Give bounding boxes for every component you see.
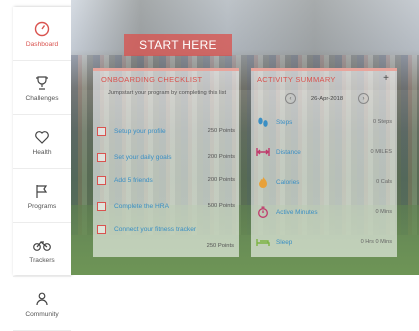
metric-calories[interactable]: Calories 0 Cals <box>256 175 392 189</box>
flag-icon <box>34 182 50 200</box>
task-points: 200 Points <box>207 177 235 183</box>
task-label: Set your daily goals <box>114 153 172 161</box>
task-points-total: 250 Points <box>206 243 234 249</box>
sidebar-item-label: Health <box>32 148 52 156</box>
checkbox[interactable] <box>97 224 106 234</box>
task-points: 250 Points <box>207 128 235 134</box>
metric-steps[interactable]: Steps 0 Steps <box>256 115 392 129</box>
sidebar-nav: Dashboard Challenges Health Programs Tra… <box>13 7 71 331</box>
heart-icon <box>34 128 50 146</box>
distance-arrows-icon <box>256 147 270 157</box>
sidebar-item-label: Dashboard <box>25 40 59 48</box>
task-points: 200 Points <box>207 154 235 160</box>
metric-label: Sleep <box>276 238 293 246</box>
stopwatch-icon <box>256 206 270 218</box>
sidebar-item-label: Trackers <box>29 256 55 264</box>
checklist-item-setup-profile[interactable]: Setup your profile 250 Points <box>97 125 235 137</box>
checklist-item-complete-hra[interactable]: Complete the HRA 500 Points <box>97 200 235 212</box>
date-selector: ‹ 26-Apr-2018 › <box>285 93 369 104</box>
task-points: 500 Points <box>207 203 235 209</box>
sidebar-item-community[interactable]: Community <box>13 277 71 331</box>
checkbox[interactable] <box>97 152 106 162</box>
metric-label: Steps <box>276 118 293 126</box>
sidebar-item-label: Community <box>25 310 59 318</box>
task-label: Complete the HRA <box>114 202 169 210</box>
sidebar-item-trackers[interactable]: Trackers <box>13 223 71 277</box>
task-label: Setup your profile <box>114 127 166 135</box>
sidebar-item-challenges[interactable]: Challenges <box>13 61 71 115</box>
onboarding-title: ONBOARDING CHECKLIST <box>101 75 203 84</box>
checkbox[interactable] <box>97 126 106 136</box>
bicycle-icon <box>33 236 51 254</box>
sidebar-item-programs[interactable]: Programs <box>13 169 71 223</box>
sidebar-item-label: Challenges <box>25 94 59 102</box>
sidebar-item-dashboard[interactable]: Dashboard <box>13 7 71 61</box>
sidebar-item-health[interactable]: Health <box>13 115 71 169</box>
metric-distance[interactable]: Distance 0 MILES <box>256 145 392 159</box>
metric-value: 0 Steps <box>373 119 392 125</box>
current-date: 26-Apr-2018 <box>310 95 344 102</box>
onboarding-checklist-panel: ONBOARDING CHECKLIST Jumpstart your prog… <box>93 68 239 257</box>
flame-icon <box>256 176 270 188</box>
checkbox[interactable] <box>97 201 106 211</box>
metric-value: 0 Hrs 0 Mins <box>360 239 392 245</box>
metric-active-minutes[interactable]: Active Minutes 0 Mins <box>256 205 392 219</box>
people-icon <box>34 290 50 308</box>
task-label: Connect your fitness tracker <box>114 225 197 233</box>
onboarding-subtitle: Jumpstart your program by completing thi… <box>107 90 227 96</box>
checklist-item-connect-tracker[interactable]: Connect your fitness tracker <box>97 223 235 235</box>
metric-sleep[interactable]: Sleep 0 Hrs 0 Mins <box>256 235 392 249</box>
start-here-button[interactable]: START HERE <box>124 34 232 56</box>
metric-label: Active Minutes <box>276 208 318 216</box>
checklist-item-daily-goals[interactable]: Set your daily goals 200 Points <box>97 151 235 163</box>
bed-icon <box>256 237 270 247</box>
sidebar-item-label: Programs <box>27 202 57 210</box>
checkbox[interactable] <box>97 175 106 185</box>
add-activity-button[interactable]: + <box>383 73 389 84</box>
metric-label: Calories <box>276 178 300 186</box>
checklist-item-add-friends[interactable]: Add 5 friends 200 Points <box>97 174 235 186</box>
dashboard-gauge-icon <box>34 20 50 38</box>
trophy-icon <box>34 74 50 92</box>
metric-value: 0 MILES <box>370 149 392 155</box>
activity-title: ACTIVITY SUMMARY <box>257 75 336 84</box>
task-label: Add 5 friends <box>114 176 153 184</box>
activity-summary-panel: ACTIVITY SUMMARY + ‹ 26-Apr-2018 › Steps… <box>251 68 397 257</box>
metric-label: Distance <box>276 148 301 156</box>
next-date-button[interactable]: › <box>357 93 369 104</box>
metric-value: 0 Cals <box>376 179 392 185</box>
metric-value: 0 Mins <box>375 209 392 215</box>
prev-date-button[interactable]: ‹ <box>285 93 296 104</box>
footsteps-icon <box>256 117 270 128</box>
